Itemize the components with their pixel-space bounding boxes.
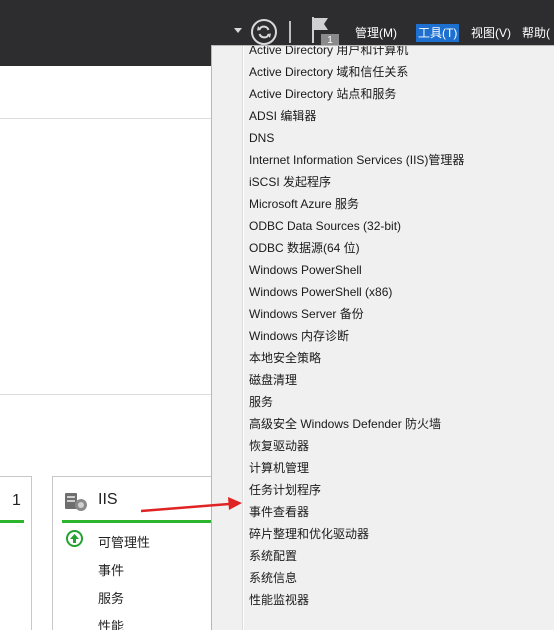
menu-item-recovery-drive[interactable]: 恢复驱动器 [249,435,309,457]
menu-item-odbc-32[interactable]: ODBC Data Sources (32-bit) [249,215,401,237]
menu-item-computer-management[interactable]: 计算机管理 [249,457,309,479]
menu-item-ad-sites-services[interactable]: Active Directory 站点和服务 [249,83,396,105]
menu-item-ad-domains-trusts[interactable]: Active Directory 域和信任关系 [249,61,408,83]
menu-item-adsi-edit[interactable]: ADSI 编辑器 [249,105,316,127]
menu-item-powershell-x86[interactable]: Windows PowerShell (x86) [249,281,392,303]
menu-item-odbc-64[interactable]: ODBC 数据源(64 位) [249,237,360,259]
menu-item-local-security-policy[interactable]: 本地安全策略 [249,347,321,369]
menu-view[interactable]: 视图(V) [469,24,513,42]
menu-item-iis-manager[interactable]: Internet Information Services (IIS)管理器 [249,149,464,171]
menu-item-memory-diagnostic[interactable]: Windows 内存诊断 [249,325,349,347]
menu-gutter-highlight [243,46,244,630]
menu-item-event-viewer[interactable]: 事件查看器 [249,501,309,523]
menu-item-defragment-optimize[interactable]: 碎片整理和优化驱动器 [249,523,369,545]
menu-item-performance-monitor[interactable]: 性能监视器 [249,589,309,611]
menu-tools[interactable]: 工具(T) [416,24,460,42]
toolbar-separator [289,21,291,43]
menu-help[interactable]: 帮助( [520,24,552,42]
menu-item-ad-users-computers[interactable]: Active Directory 用户和计算机 [249,46,408,61]
menu-item-azure-services[interactable]: Microsoft Azure 服务 [249,193,359,215]
menu-item-system-configuration[interactable]: 系统配置 [249,545,297,567]
menu-item-system-information[interactable]: 系统信息 [249,567,297,589]
section-divider [0,394,211,395]
tile-title: IIS [98,491,118,508]
refresh-icon[interactable] [251,19,277,45]
menu-item-powershell[interactable]: Windows PowerShell [249,259,362,281]
menu-item-disk-cleanup[interactable]: 磁盘清理 [249,369,297,391]
tile-row-services[interactable]: 服务 [98,588,124,607]
menu-item-iscsi-initiator[interactable]: iSCSI 发起程序 [249,171,331,193]
menu-manage[interactable]: 管理(M) [353,24,399,42]
tile-row-events[interactable]: 事件 [98,560,124,579]
tile-status-bar-left [0,520,24,523]
server-role-icon [64,490,88,517]
tile-count: 1 [12,492,21,509]
tile-row-manageability[interactable]: 可管理性 [98,532,150,551]
tools-dropdown-menu: Active Directory 用户和计算机 Active Directory … [211,45,554,630]
menu-item-dns[interactable]: DNS [249,127,274,149]
menu-item-task-scheduler[interactable]: 任务计划程序 [249,479,321,501]
menu-item-defender-firewall[interactable]: 高级安全 Windows Defender 防火墙 [249,413,441,435]
tile-row-performance[interactable]: 性能 [98,616,124,630]
up-arrow-status-icon [66,530,83,547]
tile-status-bar-iis [62,520,211,523]
menu-item-services[interactable]: 服务 [249,391,273,413]
header-divider [0,118,211,119]
navigation-dropdown-icon[interactable] [234,28,242,33]
menu-item-server-backup[interactable]: Windows Server 备份 [249,303,364,325]
